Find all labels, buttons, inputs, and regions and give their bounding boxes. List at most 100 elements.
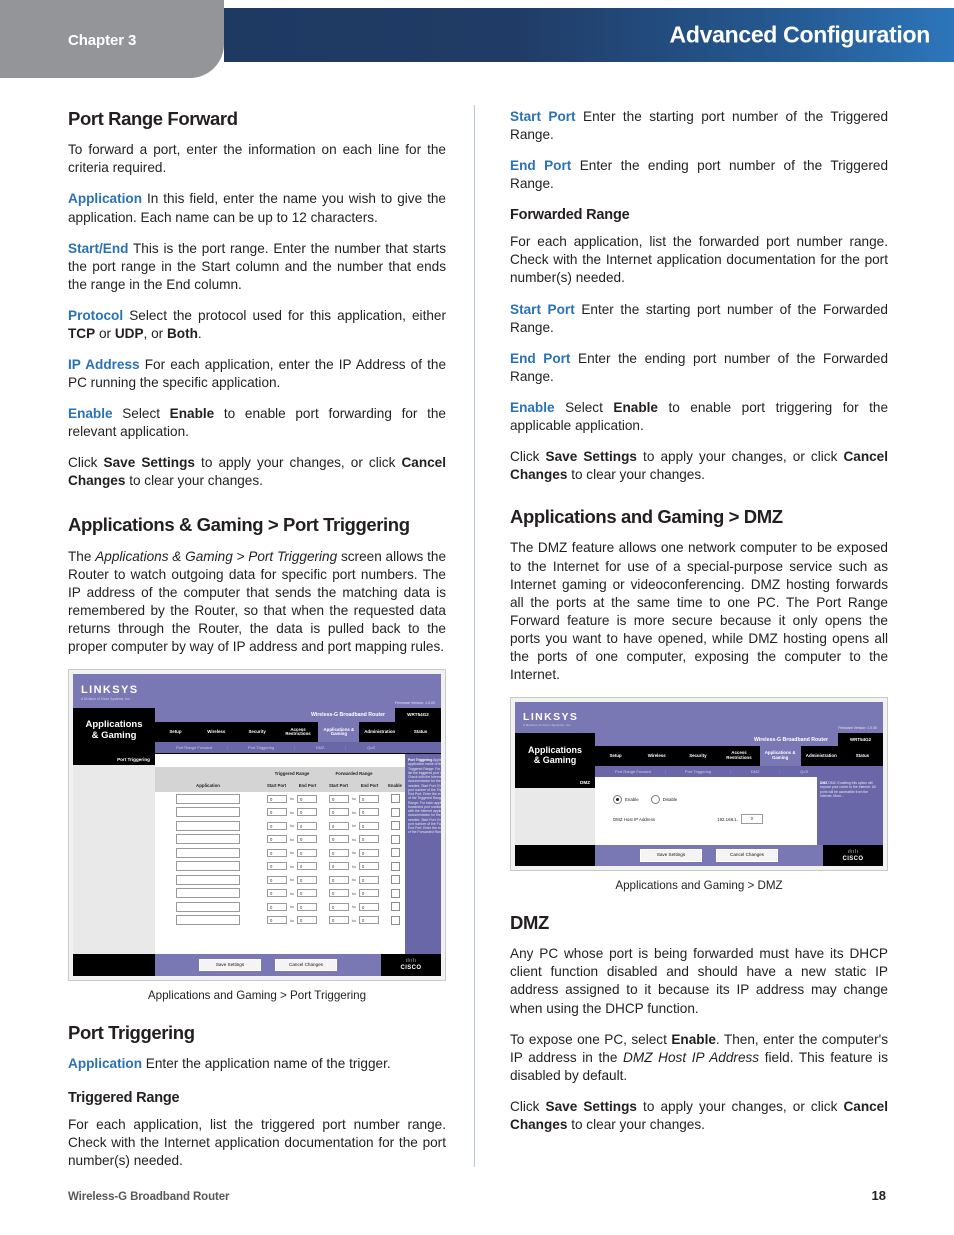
column-divider [474,105,475,1167]
paragraph-end-port-triggered: End Port Enter the ending port number of… [510,157,888,193]
pt-application-input[interactable] [176,820,240,831]
router-tab-security-dmz[interactable]: Security [677,746,718,766]
pt-forwarded-start-input[interactable]: 0 [329,875,349,884]
pt-forwarded-start-input[interactable]: 0 [329,848,349,857]
pt-forwarded-start-input[interactable]: 0 [329,794,349,803]
router-tab-access-restrictions[interactable]: Access Restrictions [278,722,319,742]
pt-enable-checkbox[interactable] [390,834,400,844]
router-subtab-port-triggering-dmz[interactable]: Port Triggering [666,769,730,774]
pt-cell-enable [385,807,405,817]
cancel-changes-button-dmz[interactable]: Cancel Changes [716,849,778,862]
pt-forwarded-start-input[interactable]: 0 [329,821,349,830]
router-subtab-dmz[interactable]: DMZ [295,745,345,750]
router-subtab-port-range-forward-dmz[interactable]: Port Range Forward [601,769,665,774]
pt-forwarded-end-input[interactable]: 0 [359,848,379,857]
pt-forwarded-start-input[interactable]: 0 [329,902,349,911]
router-subtab-qos[interactable]: QoS [346,745,396,750]
pt-triggered-start-input[interactable]: 0 [267,794,287,803]
pt-column-header-row: Application Start Port End Port Start Po… [155,779,405,793]
router-tab-applications-gaming[interactable]: Applications & Gaming [318,722,360,743]
pt-triggered-start-input[interactable]: 0 [267,875,287,884]
pt-enable-checkbox[interactable] [390,821,400,831]
heading-dmz: DMZ [510,912,549,934]
router-tab-access-restrictions-dmz[interactable]: Access Restrictions [718,746,759,766]
router-footer: Save Settings Cancel Changes ılıılı CISC… [73,954,441,977]
router-subtab-port-range-forward[interactable]: Port Range Forward [161,745,227,750]
pt-application-input[interactable] [176,834,240,845]
pt-triggered-end-input[interactable]: 0 [297,821,317,830]
pt-forwarded-end-input[interactable]: 0 [359,889,379,898]
pt-application-input[interactable] [176,901,240,912]
term-start-end: Start/End [68,240,129,256]
pt-forwarded-start-input[interactable]: 0 [329,862,349,871]
pt-forwarded-end-input[interactable]: 0 [359,862,379,871]
save-settings-button-dmz[interactable]: Save Settings [640,849,702,862]
router-tab-applications-gaming-dmz[interactable]: Applications & Gaming [759,746,801,767]
router-subtab-port-triggering[interactable]: Port Triggering [228,745,294,750]
pt-triggered-end-input[interactable]: 0 [297,875,317,884]
pt-enable-checkbox[interactable] [390,915,400,925]
pt-enable-checkbox[interactable] [390,794,400,804]
pt-forwarded-end-input[interactable]: 0 [359,875,379,884]
router-tab-wireless-dmz[interactable]: Wireless [636,746,677,766]
pt-enable-checkbox[interactable] [390,902,400,912]
pt-forwarded-start-input[interactable]: 0 [329,808,349,817]
pt-application-input[interactable] [176,888,240,899]
pt-forwarded-end-input[interactable]: 0 [359,794,379,803]
pt-forwarded-end-input[interactable]: 0 [359,916,379,925]
cancel-changes-button[interactable]: Cancel Changes [275,958,337,972]
pt-triggered-start-input[interactable]: 0 [267,889,287,898]
pt-triggered-start-input[interactable]: 0 [267,821,287,830]
pt-triggered-end-input[interactable]: 0 [297,916,317,925]
pt-forwarded-start-input[interactable]: 0 [329,916,349,925]
router-tab-administration[interactable]: Administration [359,722,400,742]
pt-application-input[interactable] [176,793,240,804]
pt-enable-checkbox[interactable] [390,875,400,885]
router-tab-administration-dmz[interactable]: Administration [801,746,842,766]
pt-triggered-start-input[interactable]: 0 [267,862,287,871]
pt-application-input[interactable] [176,807,240,818]
pt-application-input[interactable] [176,874,240,885]
pt-triggered-end-input[interactable]: 0 [297,889,317,898]
pt-application-input[interactable] [176,861,240,872]
pt-triggered-end-input[interactable]: 0 [297,848,317,857]
pt-triggered-start-input[interactable]: 0 [267,808,287,817]
router-tab-setup[interactable]: Setup [155,722,196,742]
router-tab-security[interactable]: Security [237,722,278,742]
router-tab-status[interactable]: Status [400,722,441,742]
pt-triggered-end-input[interactable]: 0 [297,808,317,817]
router-subtab-qos-dmz[interactable]: QoS [780,769,828,774]
heading-port-range-forward: Port Range Forward [68,108,238,129]
pt-application-input[interactable] [176,847,240,858]
pt-enable-checkbox[interactable] [390,848,400,858]
pt-triggered-start-input[interactable]: 0 [267,916,287,925]
right-column: Start Port Enter the starting port numbe… [510,108,888,1134]
pt-enable-checkbox[interactable] [390,888,400,898]
pt-application-input[interactable] [176,915,240,926]
dmz-host-ip-input[interactable]: 0 [740,814,763,825]
pt-forwarded-end-input[interactable]: 0 [359,808,379,817]
pt-triggered-end-input[interactable]: 0 [297,862,317,871]
pt-triggered-end-input[interactable]: 0 [297,902,317,911]
dmz-disable-radio[interactable]: Disable [650,795,677,805]
pt-enable-checkbox[interactable] [390,807,400,817]
router-tab-status-dmz[interactable]: Status [842,746,883,766]
dmz-enable-radio[interactable]: Enable [613,795,639,805]
pt-forwarded-end-input[interactable]: 0 [359,821,379,830]
pt-forwarded-end-input[interactable]: 0 [359,902,379,911]
pt-triggered-start-input[interactable]: 0 [267,835,287,844]
pt-forwarded-start-input[interactable]: 0 [329,835,349,844]
pt-forwarded-end-input[interactable]: 0 [359,835,379,844]
router-tab-wireless[interactable]: Wireless [196,722,237,742]
save-settings-button[interactable]: Save Settings [199,958,261,972]
pt-triggered-start-input[interactable]: 0 [267,848,287,857]
term-protocol: Protocol [68,307,124,323]
router-subtab-dmz-dmz[interactable]: DMZ [731,769,779,774]
pt-enable-checkbox[interactable] [390,861,400,871]
pt-triggered-end-input[interactable]: 0 [297,794,317,803]
pt-triggered-start-input[interactable]: 0 [267,902,287,911]
pt-triggered-end-input[interactable]: 0 [297,835,317,844]
router-tab-setup-dmz[interactable]: Setup [595,746,636,766]
text-protocol-a: Select the protocol used for this applic… [129,307,447,323]
pt-forwarded-start-input[interactable]: 0 [329,889,349,898]
